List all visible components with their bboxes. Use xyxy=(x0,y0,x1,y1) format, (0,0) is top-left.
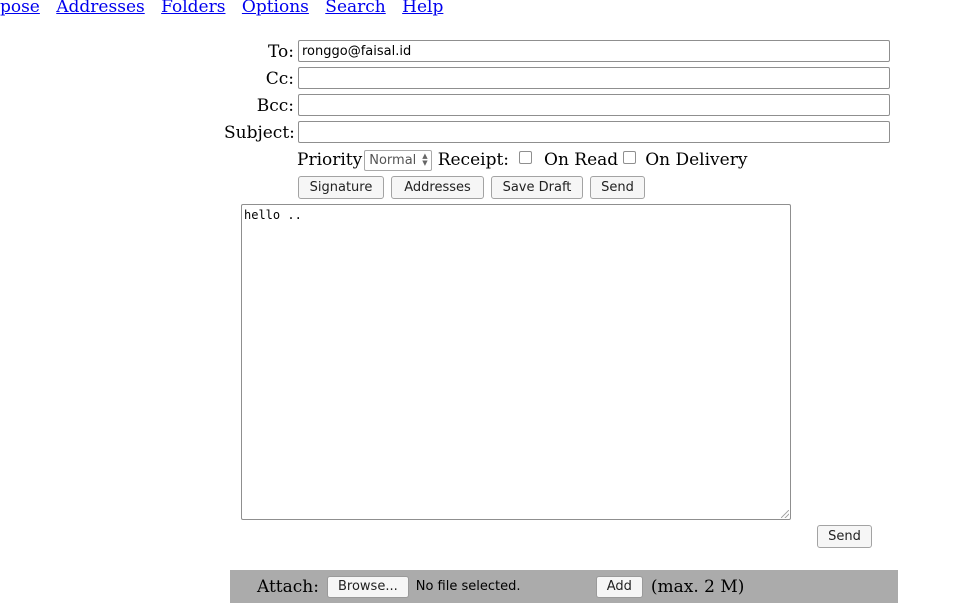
nav-folders-link[interactable]: Folders xyxy=(161,0,225,17)
nav-options-link[interactable]: Options xyxy=(242,0,309,17)
on-delivery-label: On Delivery xyxy=(645,150,748,170)
bcc-label: Bcc: xyxy=(256,96,294,116)
cc-label: Cc: xyxy=(265,69,294,89)
priority-select[interactable]: Normal ▲ ▼ xyxy=(364,149,432,171)
priority-value: Normal xyxy=(369,152,417,168)
nav-search-link[interactable]: Search xyxy=(325,0,385,17)
cc-field[interactable] xyxy=(298,67,890,89)
save-draft-button[interactable]: Save Draft xyxy=(491,176,583,199)
resize-grip-icon[interactable] xyxy=(781,510,789,518)
nav-compose-link[interactable]: npose xyxy=(0,0,40,17)
on-delivery-checkbox[interactable] xyxy=(623,151,637,164)
send-button-bottom[interactable]: Send xyxy=(817,525,872,548)
nav-help-link[interactable]: Help xyxy=(402,0,443,17)
bcc-field[interactable] xyxy=(298,94,890,116)
send-button-top[interactable]: Send xyxy=(590,176,645,199)
subject-label: Subject: xyxy=(224,123,295,143)
addresses-button[interactable]: Addresses xyxy=(391,176,484,199)
nav-addresses-link[interactable]: Addresses xyxy=(56,0,144,17)
message-body[interactable]: hello .. xyxy=(241,204,791,520)
max-size-note: (max. 2 M) xyxy=(650,576,745,597)
signature-button[interactable]: Signature xyxy=(298,176,384,199)
attach-bar: Attach: Browse... No file selected. Add … xyxy=(230,570,898,603)
compose-page: npose Addresses Folders Options Search H… xyxy=(0,0,974,615)
priority-label: Priority xyxy=(297,150,363,170)
spinner-arrows-icon: ▲ ▼ xyxy=(422,152,428,167)
subject-field[interactable] xyxy=(298,121,890,143)
to-label: To: xyxy=(268,42,294,62)
file-status: No file selected. xyxy=(415,579,521,594)
options-row: Priority Normal ▲ ▼ Receipt: On Read On D… xyxy=(297,149,747,171)
browse-button[interactable]: Browse... xyxy=(326,575,409,598)
to-field[interactable] xyxy=(298,40,890,62)
top-nav: npose Addresses Folders Options Search H… xyxy=(0,0,454,17)
receipt-label: Receipt: xyxy=(437,150,510,170)
on-read-checkbox[interactable] xyxy=(519,151,533,164)
on-read-label: On Read xyxy=(544,150,619,170)
attach-label: Attach: xyxy=(257,576,319,597)
add-attachment-button[interactable]: Add xyxy=(595,575,643,598)
message-body-text: hello .. xyxy=(244,208,302,222)
